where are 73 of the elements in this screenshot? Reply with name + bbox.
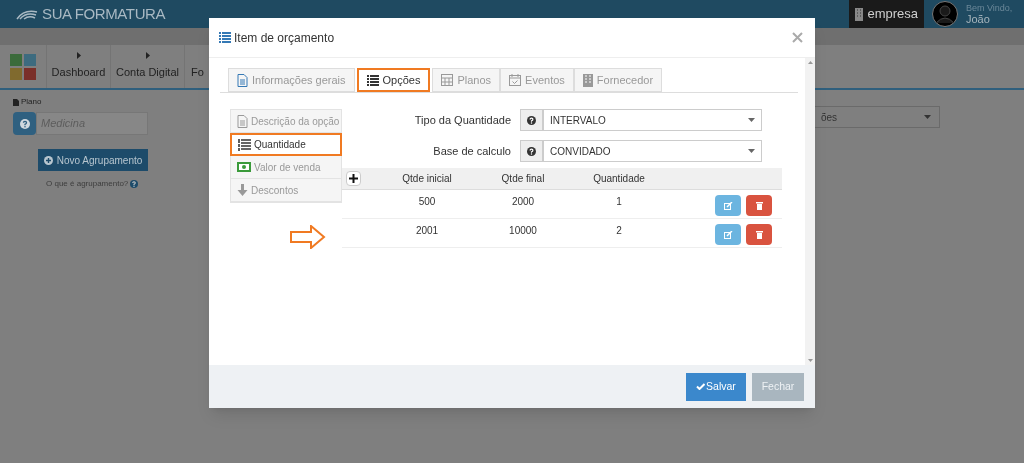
logo-text: SUA FORMATURA [42,3,166,24]
side-menu-item[interactable]: Quantidade [230,133,342,156]
field-label: Tipo da Quantidade [413,112,512,128]
numbered-list-icon [238,138,251,151]
nav-item[interactable]: Dashboard [47,45,111,88]
tab[interactable]: Fornecedor [573,68,663,92]
table-cell-text: 500 [417,195,437,209]
help-button[interactable] [13,112,36,135]
column-header: Qtde inicial [401,172,453,186]
nav-item[interactable]: Conta Digital [111,45,185,88]
arrow-annotation-icon [290,225,326,249]
add-button[interactable] [346,171,361,186]
edit-icon [723,230,733,239]
side-menu-item[interactable]: Valor de venda [231,156,341,179]
table-cell-text: 2 [615,224,623,238]
building-icon [582,73,593,87]
trash-icon [755,230,763,239]
app-grid-icon[interactable] [10,53,36,80]
money-icon [237,162,251,172]
question-icon [527,115,536,125]
close-icon[interactable] [792,32,803,43]
tab[interactable]: Informações gerais [228,68,355,92]
field-label: Base de calculo [432,143,512,159]
arrow-down-icon [237,184,248,196]
document-icon [13,98,19,106]
edit-button[interactable] [715,224,741,245]
modal-title: Item de orçamento [234,29,335,47]
calendar-check-icon [509,74,522,86]
check-icon [696,383,706,390]
save-button[interactable]: Salvar [686,372,746,401]
tab[interactable]: Opções [356,68,431,92]
caret-down-icon [748,149,755,153]
welcome-text: Bem Vindo, [966,3,1013,14]
side-menu-item[interactable]: Descontos [231,179,341,202]
scroll-down-icon[interactable] [807,359,813,362]
select-field[interactable]: CONVIDADO [543,140,762,162]
user-name: João [966,14,991,25]
trash-icon [755,201,763,210]
delete-button[interactable] [746,195,772,216]
edit-icon [723,201,733,210]
delete-button[interactable] [746,224,772,245]
select-field[interactable]: INTERVALO [543,109,762,131]
logo-icon [16,8,38,20]
list-icon [366,74,379,86]
caret-right-icon [76,52,81,60]
table-cell-text: 2001 [414,224,440,238]
company-button[interactable]: empresa [849,0,924,28]
calculator-icon [441,74,454,86]
caret-down-icon [748,118,755,122]
question-icon [130,180,139,188]
document-icon [237,73,248,87]
scroll-up-icon[interactable] [807,61,813,64]
question-icon [527,146,536,156]
close-button[interactable]: Fechar [752,372,804,401]
question-icon [19,118,30,129]
caret-down-icon [924,115,931,119]
plus-icon [349,174,358,183]
side-menu-item[interactable]: Descrição da opção [231,110,341,133]
building-icon [855,7,864,21]
table-cell-text: 10000 [508,224,538,238]
table-cell-text: 1 [615,195,623,209]
edit-button[interactable] [715,195,741,216]
plus-circle-icon [43,155,53,165]
list-icon [219,32,231,43]
caret-right-icon [145,52,150,60]
document-icon [237,114,248,128]
plan-label: Plano [21,96,42,108]
tab[interactable]: Planos [432,68,501,92]
tab[interactable]: Eventos [500,68,574,92]
column-header: Quantidade [592,172,646,186]
table-cell-text: 2000 [510,195,536,209]
column-header: Qtde final [500,172,546,186]
new-group-button[interactable]: Novo Agrupamento [38,149,148,171]
